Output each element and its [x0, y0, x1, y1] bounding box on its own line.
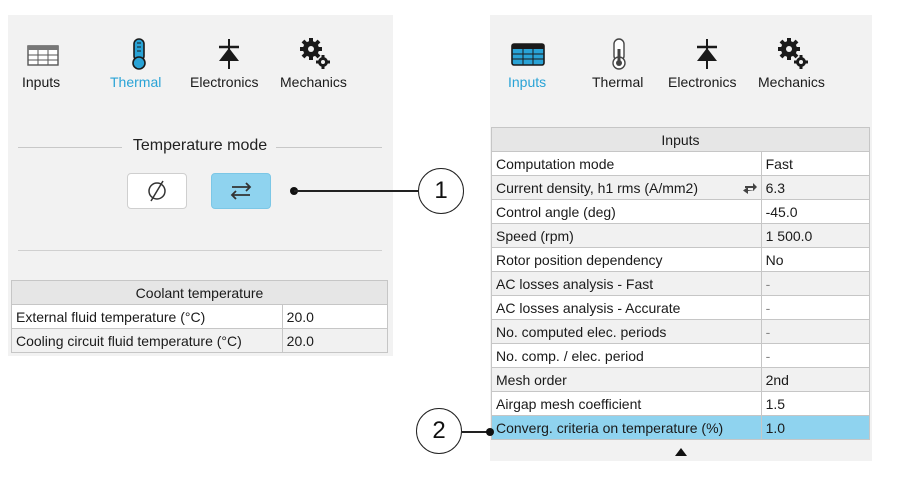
toolbar-mechanics[interactable]: Mechanics: [280, 35, 347, 91]
row-label: No. computed elec. periods: [491, 319, 762, 344]
row-value[interactable]: -: [760, 295, 871, 320]
toolbar-inputs[interactable]: Inputs: [508, 35, 546, 91]
toolbar-thermal-label: Thermal: [110, 74, 162, 90]
gears-icon: [758, 35, 825, 73]
toolbar-electronics[interactable]: Electronics: [668, 35, 736, 91]
table-row[interactable]: Airgap mesh coefficient 1.5: [491, 391, 871, 416]
row-value[interactable]: 20.0: [281, 328, 389, 353]
toolbar-inputs[interactable]: Inputs: [22, 35, 60, 91]
table-row-selected[interactable]: Converg. criteria on temperature (%) 1.0: [491, 415, 871, 440]
row-value[interactable]: -: [760, 319, 871, 344]
row-value[interactable]: -: [760, 343, 871, 368]
temperature-mode-title: Temperature mode: [132, 137, 268, 154]
toolbar-electronics-label: Electronics: [190, 74, 259, 90]
row-label: AC losses analysis - Accurate: [491, 295, 762, 320]
row-value[interactable]: 2nd: [760, 367, 871, 392]
row-value[interactable]: 1.0: [760, 415, 871, 440]
exchange-arrows-icon[interactable]: [742, 181, 758, 195]
table-row[interactable]: Cooling circuit fluid temperature (°C) 2…: [11, 328, 389, 353]
inputs-panel: Inputs Thermal Electronics Mechanics Inp…: [490, 15, 872, 461]
row-value[interactable]: 20.0: [281, 304, 389, 329]
gears-icon: [280, 35, 347, 73]
table-row[interactable]: Speed (rpm) 1 500.0: [491, 223, 871, 248]
callout-1-leader: [294, 190, 418, 192]
scroll-up-arrow-icon[interactable]: [675, 448, 687, 456]
toolbar-inputs-label: Inputs: [508, 74, 547, 90]
toolbar-thermal[interactable]: Thermal: [110, 35, 161, 91]
toolbar-mechanics-label: Mechanics: [280, 74, 347, 90]
empty-set-icon: [148, 180, 166, 202]
temperature-mode-swap-button[interactable]: [211, 173, 271, 209]
row-value[interactable]: Fast: [760, 151, 871, 176]
table-icon: [22, 35, 60, 73]
row-label: External fluid temperature (°C): [11, 304, 283, 329]
toolbar-mechanics[interactable]: Mechanics: [758, 35, 825, 91]
table-row[interactable]: Current density, h1 rms (A/mm2) 6.3: [491, 175, 871, 200]
table-icon: [508, 35, 546, 73]
divider: [276, 147, 382, 148]
toolbar-electronics-label: Electronics: [668, 74, 737, 90]
callout-1: 1: [418, 168, 464, 214]
table-row[interactable]: AC losses analysis - Accurate -: [491, 295, 871, 320]
thermometer-icon: [110, 35, 161, 73]
row-value[interactable]: 6.3: [760, 175, 871, 200]
diode-icon: [190, 35, 258, 73]
table-row[interactable]: Control angle (deg) -45.0: [491, 199, 871, 224]
temperature-mode-none-button[interactable]: [127, 173, 187, 209]
toolbar-thermal[interactable]: Thermal: [592, 35, 643, 91]
row-value[interactable]: -45.0: [760, 199, 871, 224]
diode-icon: [668, 35, 736, 73]
table-header: Coolant temperature: [11, 280, 388, 305]
temperature-mode-section: Temperature mode: [8, 135, 393, 159]
row-label: No. comp. / elec. period: [491, 343, 762, 368]
row-value[interactable]: 1.5: [760, 391, 871, 416]
row-label: AC losses analysis - Fast: [491, 271, 762, 296]
row-label: Rotor position dependency: [491, 247, 762, 272]
row-label: Airgap mesh coefficient: [491, 391, 762, 416]
table-row[interactable]: External fluid temperature (°C) 20.0: [11, 304, 389, 329]
table-row[interactable]: No. computed elec. periods -: [491, 319, 871, 344]
coolant-temperature-table: Coolant temperature External fluid tempe…: [11, 280, 389, 353]
table-row[interactable]: No. comp. / elec. period -: [491, 343, 871, 368]
section-divider: [18, 250, 382, 251]
toolbar-electronics[interactable]: Electronics: [190, 35, 258, 91]
row-label: Control angle (deg): [491, 199, 762, 224]
row-label: Cooling circuit fluid temperature (°C): [11, 328, 283, 353]
table-row[interactable]: Rotor position dependency No: [491, 247, 871, 272]
table-header: Inputs: [491, 127, 870, 152]
table-row[interactable]: Computation mode Fast: [491, 151, 871, 176]
toolbar-thermal-label: Thermal: [592, 74, 644, 90]
row-label-text: Current density, h1 rms (A/mm2): [496, 179, 699, 196]
callout-2: 2: [416, 408, 462, 454]
thermometer-icon: [592, 35, 643, 73]
thermal-panel: Inputs Thermal Electronics Mechanics Tem…: [8, 15, 393, 356]
row-value[interactable]: No: [760, 247, 871, 272]
inputs-table: Inputs Computation mode Fast Current den…: [491, 127, 871, 440]
row-label: Converg. criteria on temperature (%): [491, 415, 762, 440]
row-label: Speed (rpm): [491, 223, 762, 248]
table-row[interactable]: Mesh order 2nd: [491, 367, 871, 392]
row-value[interactable]: 1 500.0: [760, 223, 871, 248]
callout-2-anchor: [486, 428, 494, 436]
row-label: Current density, h1 rms (A/mm2): [491, 175, 762, 200]
toolbar-inputs-label: Inputs: [22, 74, 61, 90]
row-label: Mesh order: [491, 367, 762, 392]
divider: [18, 147, 122, 148]
swap-arrows-icon: [230, 182, 252, 200]
toolbar-mechanics-label: Mechanics: [758, 74, 825, 90]
row-value[interactable]: -: [760, 271, 871, 296]
table-row[interactable]: AC losses analysis - Fast -: [491, 271, 871, 296]
row-label: Computation mode: [491, 151, 762, 176]
